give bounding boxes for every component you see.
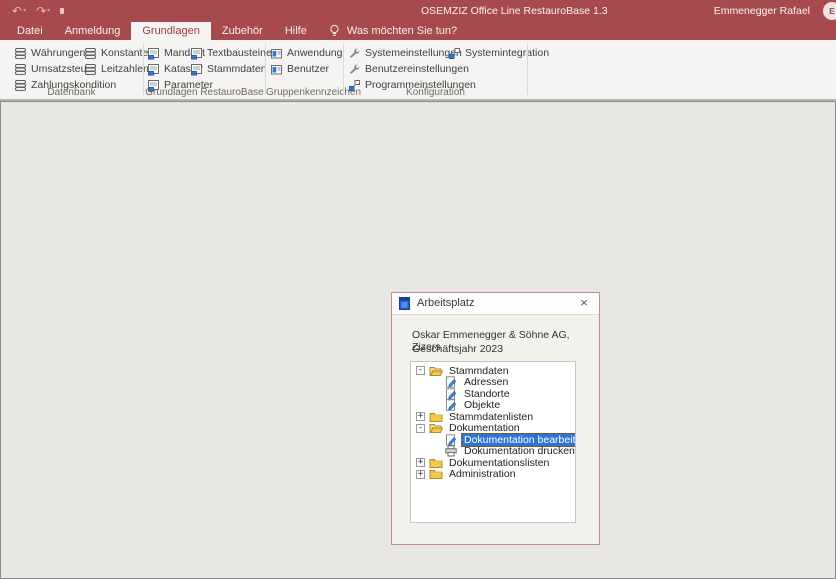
ribbon-button-label: Leitzahlen bbox=[101, 63, 149, 75]
expand-slot: + bbox=[416, 412, 429, 421]
ribbon-group-label: Grundlagen RestauroBase bbox=[144, 87, 265, 98]
ribbon: WährungenUmsatzsteuerZahlungskonditionKo… bbox=[0, 40, 836, 101]
tree-item-label: Administration bbox=[446, 467, 519, 481]
ribbon-group-datenbank: WährungenUmsatzsteuerZahlungskonditionKo… bbox=[0, 40, 144, 99]
tab-grundlagen[interactable]: Grundlagen bbox=[131, 22, 211, 40]
ribbon-button-textbausteine[interactable]: Textbausteine bbox=[190, 45, 272, 61]
expand-slot: - bbox=[416, 424, 429, 433]
collapse-icon[interactable]: - bbox=[416, 424, 425, 433]
workspace-tree: -StammdatenAdressenStandorteObjekte+Stam… bbox=[410, 361, 576, 523]
folder-open-icon bbox=[429, 422, 443, 434]
ribbon-button-mandant[interactable]: Mandant bbox=[147, 45, 190, 61]
database-icon bbox=[84, 63, 97, 76]
network-icon bbox=[448, 47, 461, 60]
folder-open-icon bbox=[429, 365, 443, 377]
ribbon-button-benutzereinstellungen[interactable]: Benutzereinstellungen bbox=[348, 61, 448, 77]
ribbon-button-label: Benutzer bbox=[287, 63, 329, 75]
ribbon-button-benutzer[interactable]: Benutzer bbox=[270, 61, 342, 77]
expand-slot: - bbox=[416, 366, 429, 375]
ribbon-button-stammdaten[interactable]: Stammdaten bbox=[190, 61, 272, 77]
database-icon bbox=[84, 47, 97, 60]
expand-icon[interactable]: + bbox=[416, 458, 425, 467]
wrench-icon bbox=[348, 47, 361, 60]
user-area: Emmenegger Rafael E bbox=[714, 0, 836, 22]
expand-icon[interactable]: + bbox=[416, 412, 425, 421]
ribbon-button-waehrungen[interactable]: Währungen bbox=[14, 45, 84, 61]
tab-hilfe[interactable]: Hilfe bbox=[274, 22, 318, 40]
edit-icon bbox=[444, 434, 458, 446]
app-window-icon bbox=[270, 47, 283, 60]
database-icon bbox=[14, 47, 27, 60]
undo-icon[interactable]: ↶▾ bbox=[12, 0, 26, 22]
form-icon bbox=[190, 47, 203, 60]
folder-icon bbox=[429, 457, 443, 469]
tab-datei[interactable]: Datei bbox=[6, 22, 54, 40]
user-avatar[interactable]: E bbox=[823, 2, 836, 20]
fiscal-year-line: Geschäftsjahr 2023 bbox=[412, 343, 503, 355]
tab-anmeldung[interactable]: Anmeldung bbox=[54, 22, 132, 40]
ribbon-button-label: Währungen bbox=[31, 47, 85, 59]
folder-icon bbox=[429, 468, 443, 480]
quick-access-toolbar: ↶▾ ↷▾ bbox=[12, 0, 64, 22]
ribbon-group-konfiguration: SystemeinstellungenBenutzereinstellungen… bbox=[344, 40, 528, 99]
application-window: ↶▾ ↷▾ OSEMZIZ Office Line RestauroBase 1… bbox=[0, 0, 836, 579]
dialog-title: Arbeitsplatz bbox=[417, 293, 474, 314]
tell-me-box[interactable]: Was möchten Sie tun? bbox=[328, 22, 457, 40]
ribbon-button-label: Anwendung bbox=[287, 47, 342, 59]
undo-dropdown-icon[interactable]: ▾ bbox=[23, 0, 26, 22]
titlebar: ↶▾ ↷▾ OSEMZIZ Office Line RestauroBase 1… bbox=[0, 0, 836, 22]
database-icon bbox=[14, 63, 27, 76]
edit-icon bbox=[444, 376, 458, 388]
form-icon bbox=[147, 47, 160, 60]
expand-slot: + bbox=[416, 470, 429, 479]
arbeitsplatz-dialog: Arbeitsplatz × Oskar Emmenegger & Söhne … bbox=[391, 292, 600, 545]
redo-icon[interactable]: ↷▾ bbox=[36, 0, 50, 22]
dialog-titlebar[interactable]: Arbeitsplatz × bbox=[392, 293, 599, 315]
ribbon-group-grundlagen-restaurobase: MandantKatasterParameterTextbausteineSta… bbox=[144, 40, 266, 99]
tree-item-administration[interactable]: + Administration bbox=[411, 469, 575, 481]
ribbon-button-label: Systemintegration bbox=[465, 47, 549, 59]
ribbon-button-label: Stammdaten bbox=[207, 63, 267, 75]
collapse-icon[interactable]: - bbox=[416, 366, 425, 375]
ribbon-button-kataster[interactable]: Kataster bbox=[147, 61, 190, 77]
expand-icon[interactable]: + bbox=[416, 470, 425, 479]
ribbon-button-anwendung[interactable]: Anwendung bbox=[270, 45, 342, 61]
workspace-icon bbox=[399, 297, 410, 310]
folder-icon bbox=[429, 411, 443, 423]
ribbon-button-label: Textbausteine bbox=[207, 47, 272, 59]
tell-me-label: Was möchten Sie tun? bbox=[347, 25, 457, 37]
close-icon[interactable]: × bbox=[573, 293, 595, 314]
ribbon-button-umsatzsteuer[interactable]: Umsatzsteuer bbox=[14, 61, 84, 77]
ribbon-button-systemeinstellungen[interactable]: Systemeinstellungen bbox=[348, 45, 448, 61]
workspace-background: Arbeitsplatz × Oskar Emmenegger & Söhne … bbox=[0, 101, 836, 579]
customize-qat-icon[interactable] bbox=[60, 8, 64, 14]
ribbon-group-label: Datenbank bbox=[0, 87, 143, 98]
form-icon bbox=[190, 63, 203, 76]
lightbulb-icon bbox=[328, 24, 341, 38]
user-name: Emmenegger Rafael bbox=[714, 5, 810, 17]
ribbon-tab-row: DateiAnmeldungGrundlagenZubehörHilfe Was… bbox=[0, 22, 836, 40]
form-icon bbox=[147, 63, 160, 76]
ribbon-group-label: Konfiguration bbox=[344, 87, 527, 98]
app-window-icon bbox=[270, 63, 283, 76]
window-title: OSEMZIZ Office Line RestauroBase 1.3 bbox=[421, 0, 608, 22]
redo-dropdown-icon[interactable]: ▾ bbox=[47, 0, 50, 22]
tab-zubehoer[interactable]: Zubehör bbox=[211, 22, 274, 40]
ribbon-group-gruppenkennzeichen: Anwendung Benutzer Gruppenkennzeichen bbox=[266, 40, 344, 99]
ribbon-button-systemintegration[interactable]: Systemintegration bbox=[448, 45, 549, 61]
ribbon-group-label: Gruppenkennzeichen bbox=[266, 87, 343, 98]
expand-slot: + bbox=[416, 458, 429, 467]
wrench-icon bbox=[348, 63, 361, 76]
edit-icon bbox=[444, 388, 458, 400]
